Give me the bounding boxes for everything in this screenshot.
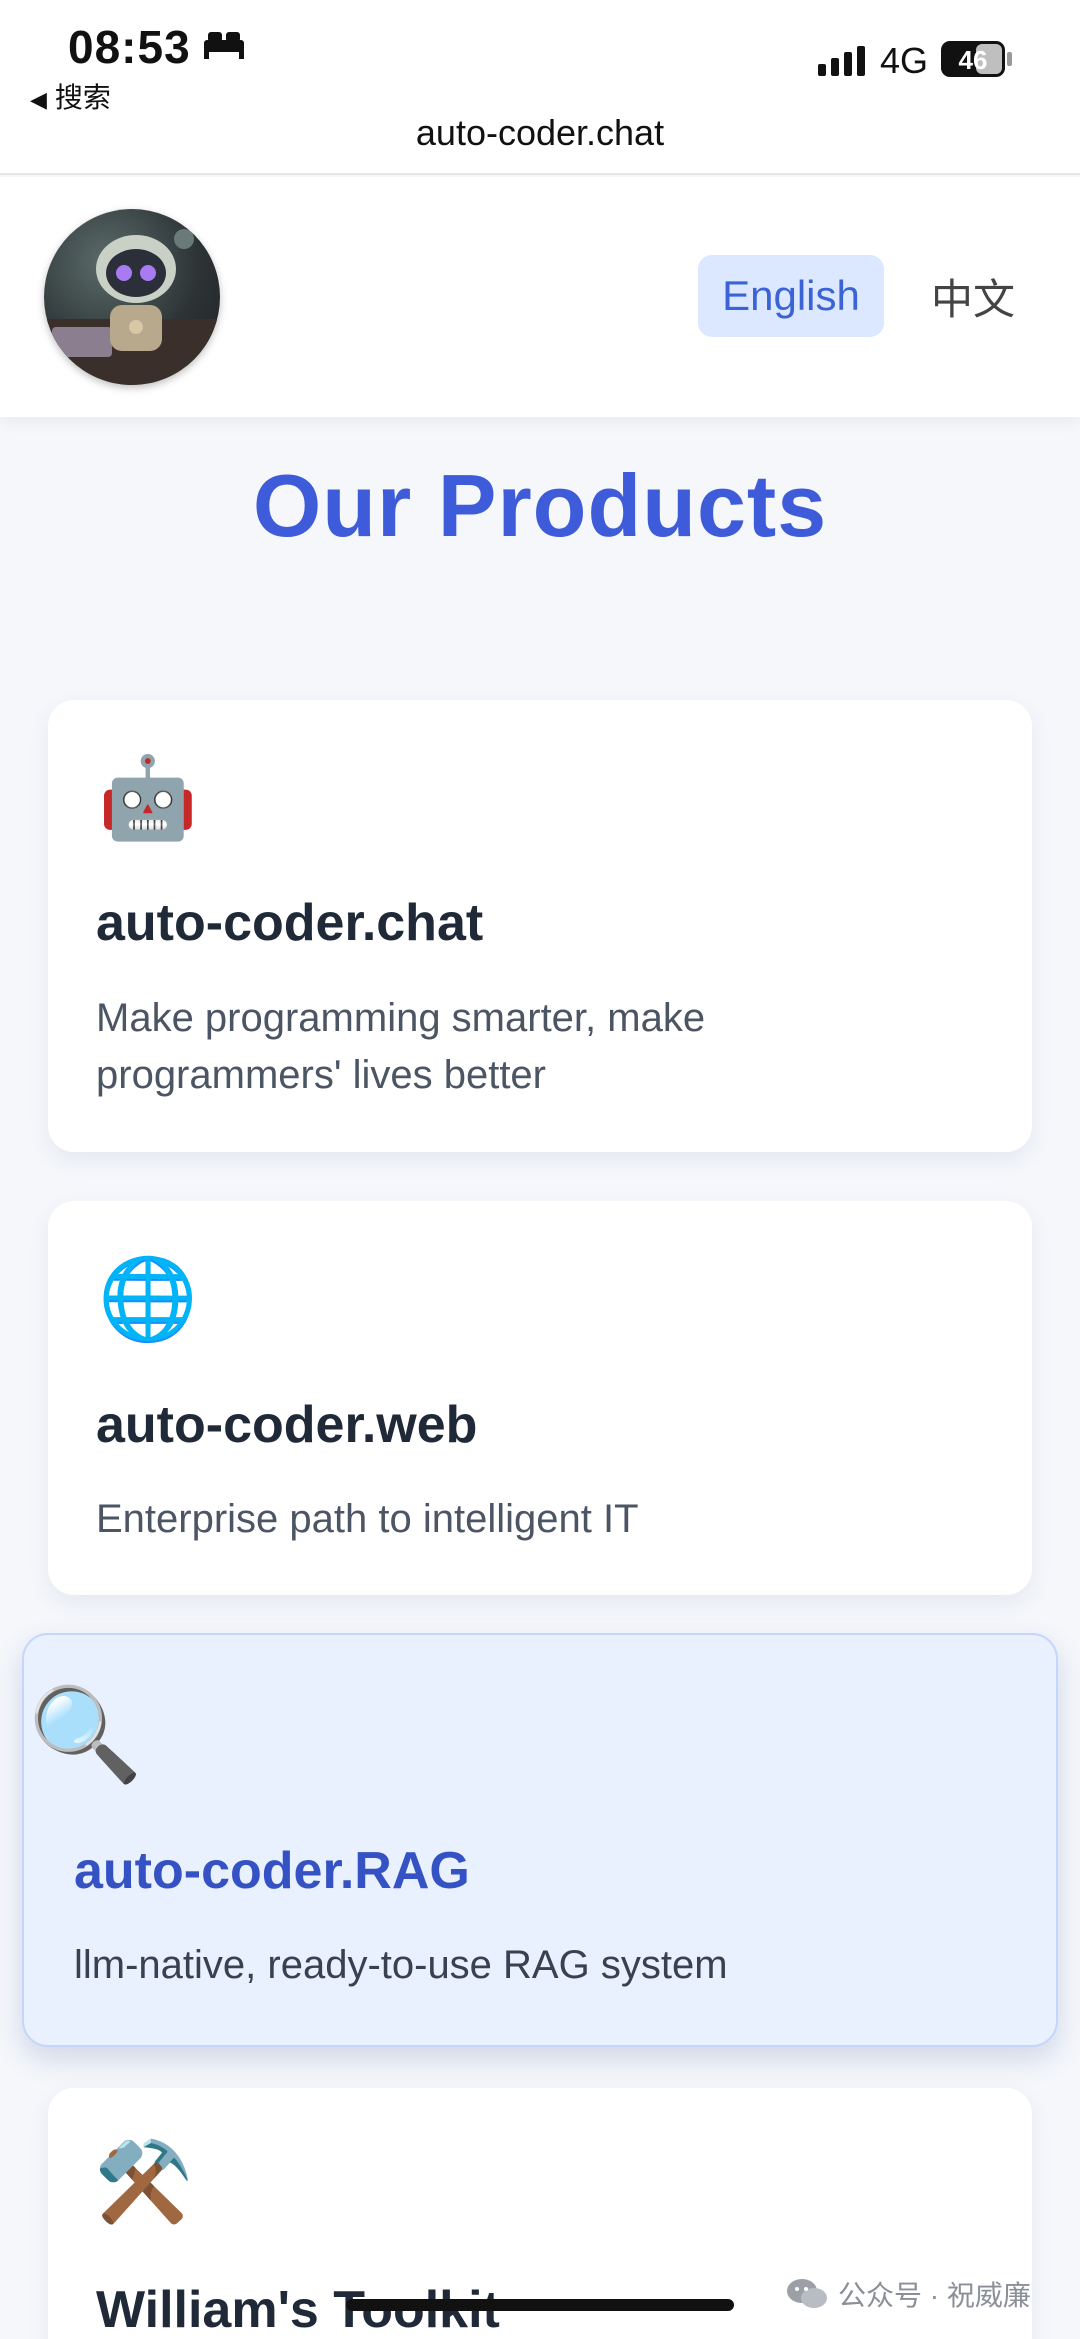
- product-description: Enterprise path to intelligent IT: [96, 1497, 639, 1541]
- wechat-watermark: 公众号 · 祝威廉: [786, 2274, 1031, 2314]
- language-chinese-button[interactable]: 中文: [908, 255, 1038, 337]
- status-bar: 08:53 ◀ 搜索 4G 46 auto-coder.chat: [0, 0, 1080, 175]
- site-header: English 中文: [0, 177, 1080, 417]
- magnifier-icon: 🔍: [28, 1684, 143, 1786]
- robot-avatar-logo[interactable]: [44, 209, 220, 385]
- back-to-search-link[interactable]: ◀ 搜索: [30, 76, 111, 116]
- robot-avatar-illustration: [44, 229, 220, 385]
- watermark-text: 公众号 · 祝威廉: [838, 2280, 1031, 2311]
- globe-icon: 🌐: [98, 1254, 198, 1343]
- product-title: auto-coder.chat: [96, 894, 484, 952]
- status-time: 08:53: [68, 21, 191, 73]
- back-triangle-icon: ◀: [30, 87, 47, 112]
- signal-icon: [818, 46, 865, 76]
- product-description: Make programming smarter, make programme…: [96, 996, 706, 1097]
- browser-url[interactable]: auto-coder.chat: [0, 112, 1080, 154]
- product-card-auto-coder-rag[interactable]: 🔍 auto-coder.RAG llm-native, ready-to-us…: [22, 1633, 1058, 2047]
- product-description: llm-native, ready-to-use RAG system: [74, 1943, 728, 1987]
- page: 08:53 ◀ 搜索 4G 46 auto-coder.chat English…: [0, 0, 1080, 2339]
- product-card-auto-coder-web[interactable]: 🌐 auto-coder.web Enterprise path to inte…: [48, 1201, 1032, 1595]
- language-english-button[interactable]: English: [698, 255, 884, 337]
- back-label: 搜索: [54, 82, 111, 113]
- product-title: auto-coder.RAG: [74, 1842, 470, 1900]
- battery-icon: 46: [941, 41, 1012, 77]
- page-title: Our Products: [252, 456, 828, 555]
- network-type: 4G: [880, 40, 929, 81]
- home-indicator[interactable]: [346, 2299, 734, 2311]
- svg-text:46: 46: [959, 45, 988, 75]
- product-card-auto-coder-chat[interactable]: 🤖 auto-coder.chat Make programming smart…: [48, 700, 1032, 1152]
- wechat-icon: [787, 2279, 827, 2308]
- bed-icon: [204, 32, 244, 59]
- hammer-wrench-icon: ⚒️: [94, 2137, 194, 2226]
- product-title: auto-coder.web: [96, 1396, 478, 1454]
- robot-icon: 🤖: [98, 753, 198, 842]
